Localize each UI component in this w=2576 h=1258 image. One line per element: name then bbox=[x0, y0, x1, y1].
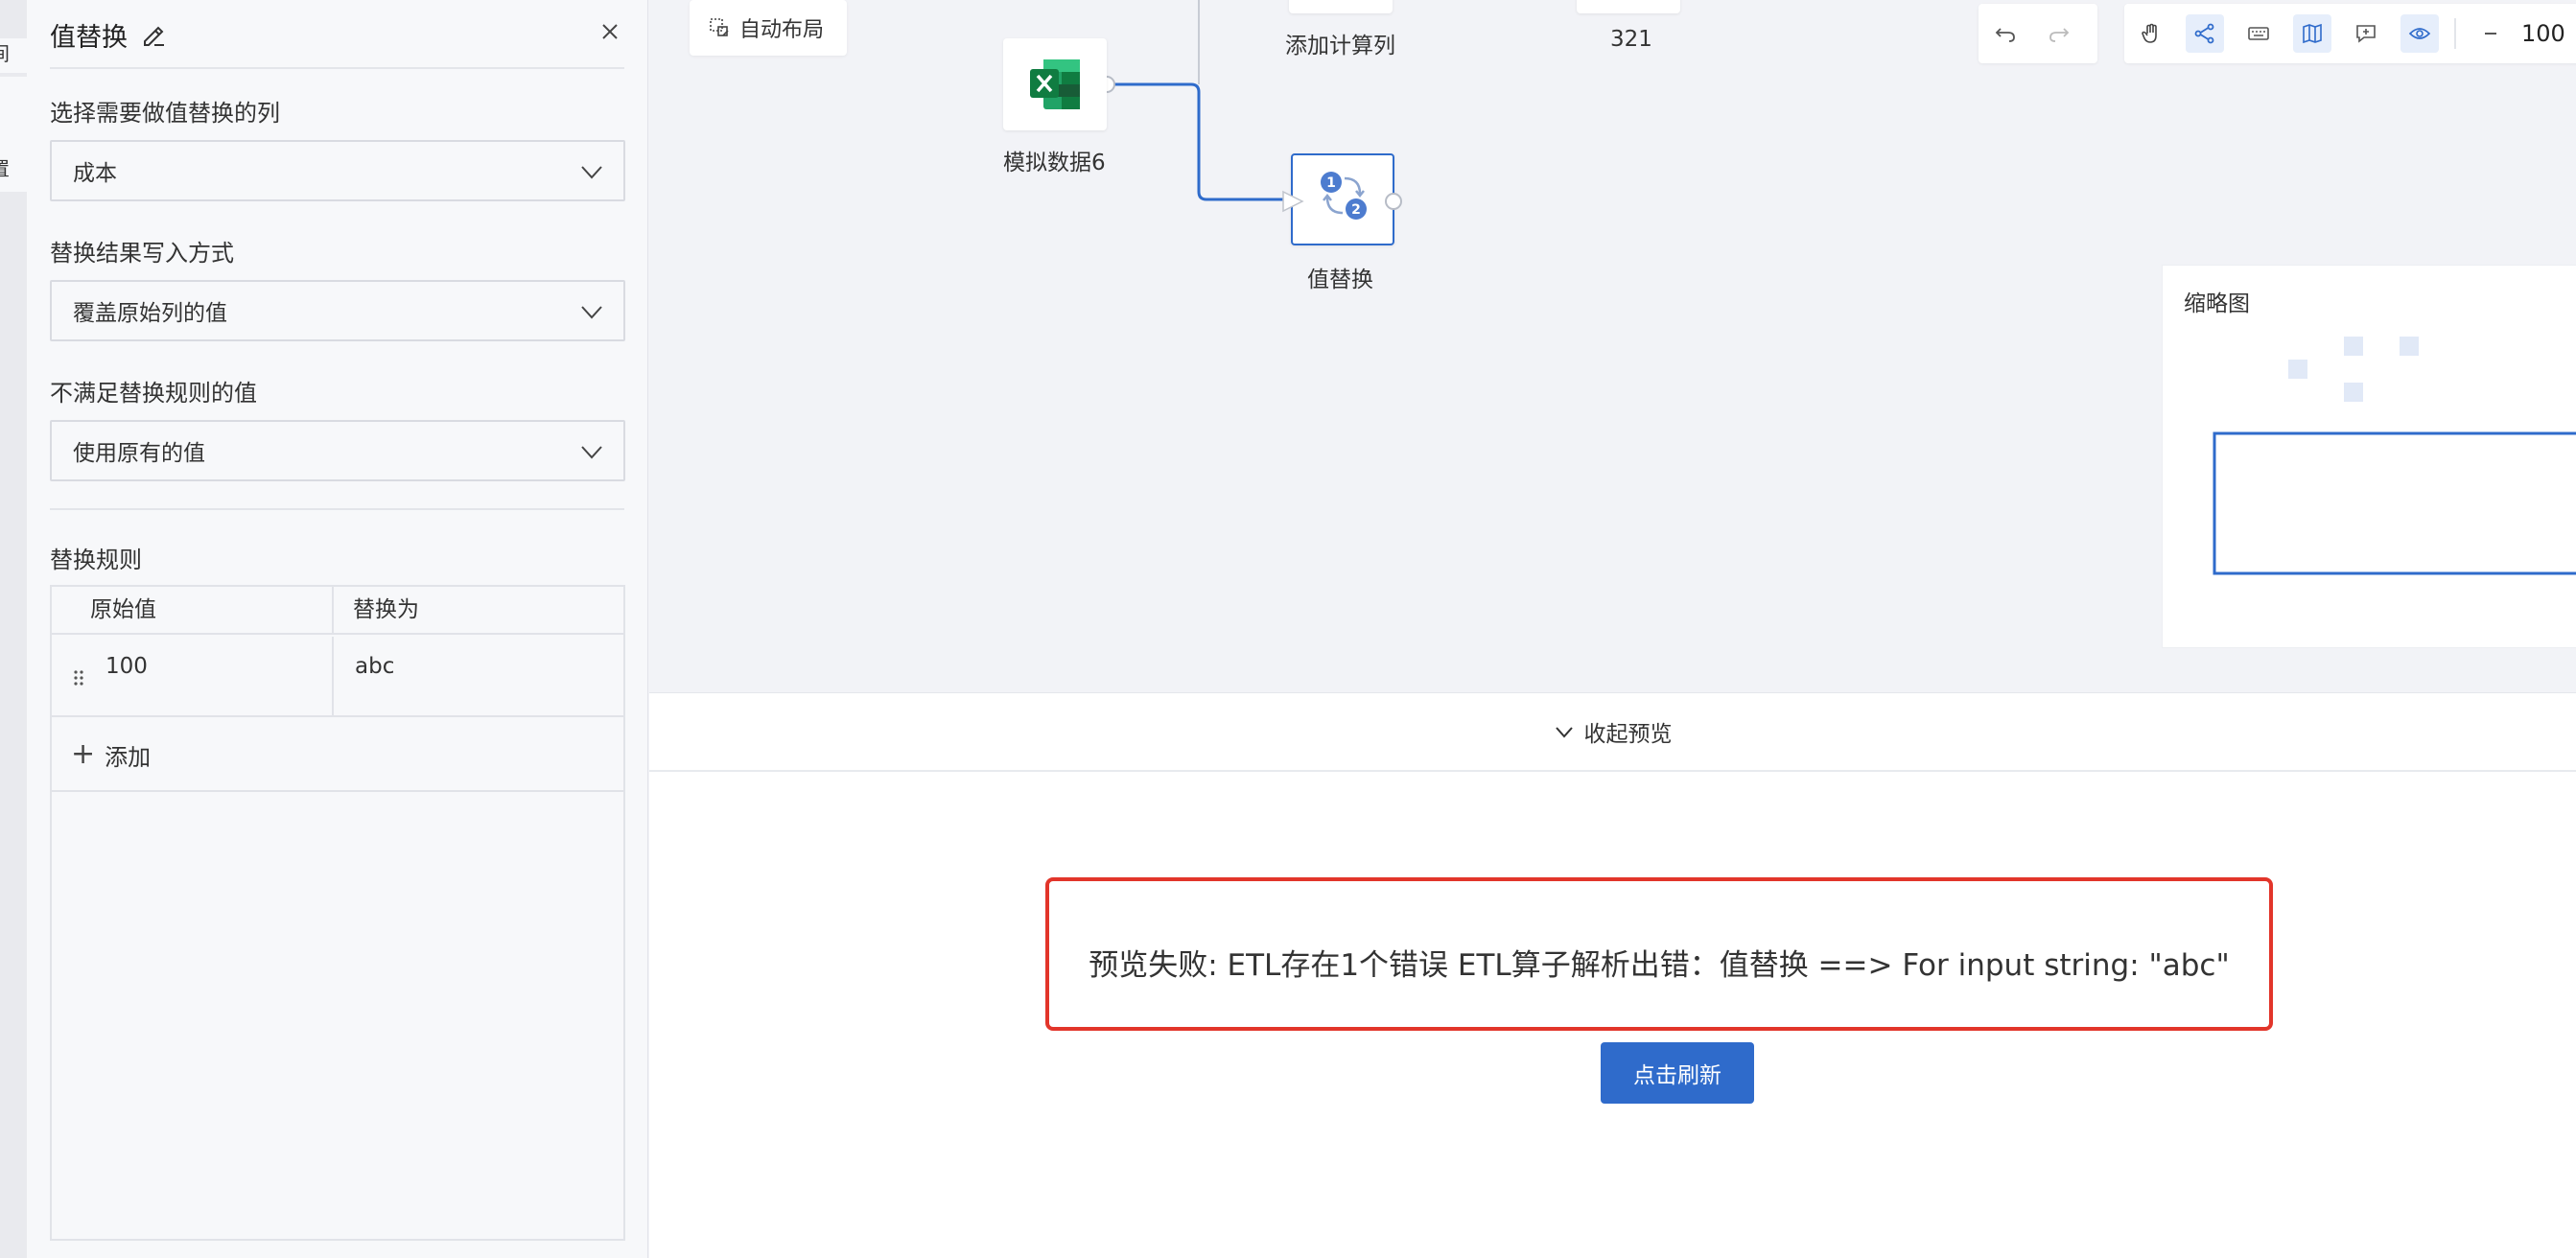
chevron-down-icon bbox=[1555, 727, 1573, 738]
minimap-view bbox=[2213, 337, 2576, 575]
refresh-label: 点击刷新 bbox=[1633, 1063, 1721, 1088]
node-value-replace[interactable]: 1 2 bbox=[1282, 153, 1402, 245]
excel-icon bbox=[1030, 59, 1080, 109]
rules-label: 替换规则 bbox=[50, 547, 142, 573]
rule-original-cell[interactable]: 100 bbox=[52, 637, 334, 715]
unmatched-label: 不满足替换规则的值 bbox=[50, 380, 257, 407]
rules-table: 原始值 替换为 100 abc + 添加 bbox=[50, 585, 625, 1241]
eye-icon bbox=[2408, 28, 2431, 39]
minus-icon bbox=[2485, 33, 2496, 35]
node-label-value-replace: 值替换 bbox=[1307, 268, 1373, 292]
left-strip: 间 置 bbox=[0, 0, 27, 1258]
left-strip-tab-1[interactable]: 间 bbox=[0, 38, 27, 73]
add-rule-button[interactable]: + 添加 bbox=[52, 719, 623, 792]
node-label-excel: 模拟数据6 bbox=[1003, 151, 1106, 175]
column-select-label: 选择需要做值替换的列 bbox=[50, 100, 280, 127]
table-row: 100 abc bbox=[52, 637, 623, 717]
comment-button[interactable] bbox=[2347, 14, 2385, 53]
etl-canvas[interactable]: 自动布局 添加计算列 321 模拟数据6 1 2 值替换 100 缩略图 bbox=[649, 0, 2576, 692]
chevron-down-icon bbox=[581, 306, 602, 319]
add-rule-label: 添加 bbox=[105, 743, 152, 771]
write-mode-select[interactable]: 覆盖原始列的值 bbox=[50, 280, 625, 341]
input-port-icon bbox=[1282, 190, 1304, 213]
rule-replace-value: abc bbox=[355, 654, 395, 679]
history-toolbar bbox=[1979, 4, 2097, 63]
write-mode-value: 覆盖原始列的值 bbox=[73, 301, 227, 326]
map-button[interactable] bbox=[2293, 14, 2331, 53]
edit-icon[interactable] bbox=[139, 20, 168, 49]
unmatched-value: 使用原有的值 bbox=[73, 441, 205, 466]
collapse-preview-button[interactable]: 收起预览 bbox=[649, 693, 2576, 772]
pan-button[interactable] bbox=[2132, 14, 2170, 53]
undo-button[interactable] bbox=[1986, 14, 2025, 53]
redo-icon bbox=[2049, 28, 2070, 42]
map-icon bbox=[2303, 23, 2322, 44]
refresh-button[interactable]: 点击刷新 bbox=[1601, 1042, 1754, 1104]
preview-error-message: 预览失败: ETL存在1个错误 ETL算子解析出错：值替换 ==> For in… bbox=[1045, 877, 2273, 1031]
write-mode-label: 替换结果写入方式 bbox=[50, 240, 234, 267]
panel-title: 值替换 bbox=[50, 22, 128, 53]
left-strip-tab-2[interactable]: 置 bbox=[0, 77, 27, 192]
zoom-level: 100 bbox=[2521, 20, 2565, 47]
minimap-viewport[interactable] bbox=[2213, 431, 2576, 575]
hand-icon bbox=[2142, 23, 2157, 43]
panel-header: 值替换 bbox=[50, 10, 624, 59]
column-select[interactable]: 成本 bbox=[50, 140, 625, 201]
keyboard-icon bbox=[2248, 27, 2269, 40]
svg-text:1: 1 bbox=[1326, 175, 1336, 191]
keyboard-button[interactable] bbox=[2239, 14, 2278, 53]
chevron-down-icon bbox=[581, 166, 602, 179]
divider bbox=[50, 508, 624, 510]
unmatched-select[interactable]: 使用原有的值 bbox=[50, 420, 625, 481]
minimap-panel[interactable]: 缩略图 bbox=[2162, 265, 2576, 648]
comment-icon bbox=[2356, 25, 2376, 43]
divider bbox=[50, 67, 624, 69]
rule-original-value: 100 bbox=[105, 654, 148, 679]
chevron-down-icon bbox=[581, 446, 602, 459]
header-original: 原始值 bbox=[52, 587, 334, 633]
preview-panel: 收起预览 预览失败: ETL存在1个错误 ETL算子解析出错：值替换 ==> F… bbox=[649, 692, 2576, 1258]
zoom-out-button[interactable] bbox=[2471, 14, 2510, 53]
rule-replace-cell[interactable]: abc bbox=[334, 637, 623, 715]
plus-icon: + bbox=[71, 737, 96, 771]
output-port-icon[interactable] bbox=[1384, 192, 1403, 211]
toolbar-divider bbox=[2454, 18, 2456, 49]
value-replace-config-panel: 值替换 选择需要做值替换的列 成本 替换结果写入方式 覆盖原始列的值 不满足替换… bbox=[27, 0, 648, 1258]
header-replace: 替换为 bbox=[353, 597, 419, 622]
canvas-toolbar: 100 bbox=[2124, 4, 2576, 63]
preview-toggle-button[interactable] bbox=[2400, 14, 2439, 53]
close-icon[interactable] bbox=[596, 17, 624, 46]
collapse-preview-label: 收起预览 bbox=[1583, 722, 1673, 747]
undo-icon bbox=[1995, 28, 2015, 42]
svg-text:2: 2 bbox=[1351, 202, 1361, 218]
value-replace-icon: 1 2 bbox=[1321, 172, 1367, 220]
connect-button[interactable] bbox=[2186, 14, 2224, 53]
column-select-value: 成本 bbox=[73, 161, 117, 186]
drag-handle-icon[interactable] bbox=[73, 669, 84, 687]
redo-button[interactable] bbox=[2040, 14, 2078, 53]
node-excel-source[interactable] bbox=[1003, 38, 1107, 130]
error-text: 预览失败: ETL存在1个错误 ETL算子解析出错：值替换 ==> For in… bbox=[1089, 947, 2230, 983]
rules-table-header: 原始值 替换为 bbox=[52, 587, 623, 635]
share-icon bbox=[2194, 23, 2214, 44]
